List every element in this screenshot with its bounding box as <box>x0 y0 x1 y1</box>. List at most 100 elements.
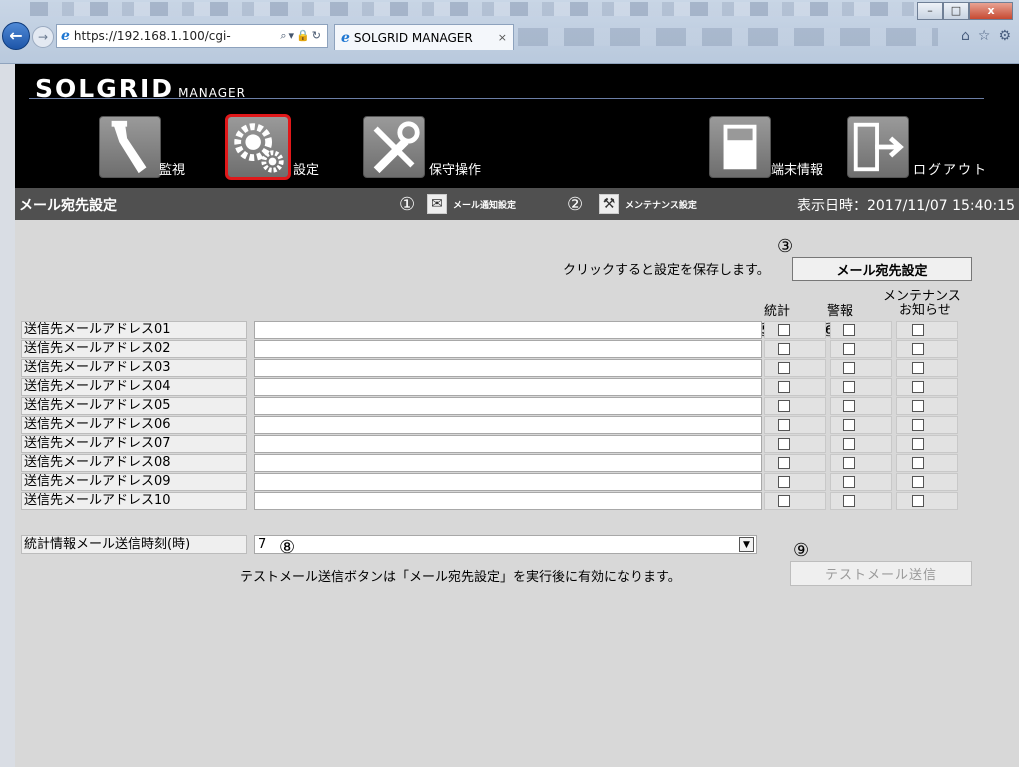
checkbox-cell <box>830 397 892 415</box>
alarm-checkbox[interactable] <box>843 476 855 488</box>
test-mail-note: テストメール送信ボタンは「メール宛先設定」を実行後に有効になります。 <box>240 570 681 585</box>
maintenance-settings-link[interactable]: メンテナンス設定 <box>625 198 697 211</box>
mail-notify-link[interactable]: メール通知設定 <box>453 198 516 211</box>
checkbox-cell <box>764 454 826 472</box>
save-mail-settings-button[interactable]: メール宛先設定 <box>792 257 972 281</box>
stats-checkbox[interactable] <box>778 495 790 507</box>
maintenance-notice-checkbox[interactable] <box>912 419 924 431</box>
checkbox-cell <box>764 397 826 415</box>
recipient-email-input[interactable] <box>254 321 762 339</box>
stats-checkbox[interactable] <box>778 400 790 412</box>
menu-settings[interactable]: 設定 <box>225 114 327 182</box>
browser-toolbar-icons: ⌂ ☆ ⚙ <box>961 28 1011 44</box>
recipient-label: 送信先メールアドレス05 <box>21 397 247 415</box>
tab-title: SOLGRID MANAGER <box>353 30 473 45</box>
checkbox-cell <box>764 378 826 396</box>
stats-checkbox[interactable] <box>778 362 790 374</box>
close-window-button[interactable]: x <box>969 2 1013 20</box>
mail-icon[interactable]: ✉ <box>427 194 447 214</box>
ie-icon: e <box>61 28 70 44</box>
recipient-label: 送信先メールアドレス04 <box>21 378 247 396</box>
window-controls: – □ x <box>917 2 1013 20</box>
menu-terminal-info[interactable]: 端末情報 <box>709 116 829 182</box>
app-header: SOLGRID MANAGER 監視 設定 保守操作 端末情報 ログアウト <box>15 64 1019 188</box>
section-bar: メール宛先設定 ① ✉ メール通知設定 ② ⚒ メンテナンス設定 表示日時：20… <box>15 188 1019 220</box>
address-tools-icon[interactable]: ⌕▾🔒↻ <box>280 29 323 43</box>
toolbar-blurred <box>518 28 938 46</box>
favorites-star-icon[interactable]: ☆ <box>978 28 991 44</box>
maintenance-notice-checkbox[interactable] <box>912 476 924 488</box>
send-test-mail-button[interactable]: テストメール送信 <box>790 561 972 586</box>
maintenance-notice-checkbox[interactable] <box>912 362 924 374</box>
address-bar[interactable]: e https://192.168.1.100/cgi- ⌕▾🔒↻ <box>56 24 328 48</box>
alarm-checkbox[interactable] <box>843 362 855 374</box>
alarm-checkbox[interactable] <box>843 324 855 336</box>
settings-gear-icon[interactable]: ⚙ <box>998 28 1011 44</box>
table-row: 送信先メールアドレス02 <box>21 340 958 359</box>
recipient-label: 送信先メールアドレス03 <box>21 359 247 377</box>
gears-icon <box>225 114 291 180</box>
stats-checkbox[interactable] <box>778 457 790 469</box>
alarm-checkbox[interactable] <box>843 495 855 507</box>
checkbox-cell <box>830 492 892 510</box>
recipient-email-input[interactable] <box>254 435 762 453</box>
menu-monitor-label: 監視 <box>159 163 186 178</box>
tab-close-icon[interactable]: × <box>498 31 507 44</box>
recipient-email-input[interactable] <box>254 416 762 434</box>
recipient-email-input[interactable] <box>254 359 762 377</box>
menu-logout[interactable]: ログアウト <box>847 116 997 182</box>
logout-door-icon <box>847 116 909 178</box>
maximize-button[interactable]: □ <box>943 2 969 20</box>
stats-hour-value: 7 <box>258 537 267 552</box>
maintenance-notice-checkbox[interactable] <box>912 438 924 450</box>
alarm-checkbox[interactable] <box>843 400 855 412</box>
alarm-checkbox[interactable] <box>843 343 855 355</box>
home-icon[interactable]: ⌂ <box>961 28 970 44</box>
stats-checkbox[interactable] <box>778 419 790 431</box>
recipient-email-input[interactable] <box>254 378 762 396</box>
browser-tab[interactable]: e SOLGRID MANAGER × <box>334 24 514 50</box>
stats-checkbox[interactable] <box>778 343 790 355</box>
menu-monitor[interactable]: 監視 <box>99 116 209 182</box>
maintenance-notice-checkbox[interactable] <box>912 495 924 507</box>
stats-checkbox[interactable] <box>778 476 790 488</box>
checkbox-cell <box>830 454 892 472</box>
maintenance-icon[interactable]: ⚒ <box>599 194 619 214</box>
save-note: クリックすると設定を保存します。 <box>563 263 770 278</box>
recipient-email-input[interactable] <box>254 492 762 510</box>
recipient-email-input[interactable] <box>254 454 762 472</box>
stats-hour-select[interactable]: 7 ▼ <box>254 535 757 554</box>
display-datetime: 表示日時：2017/11/07 15:40:15 <box>796 198 1015 214</box>
recipient-email-input[interactable] <box>254 473 762 491</box>
alarm-checkbox[interactable] <box>843 419 855 431</box>
maintenance-notice-checkbox[interactable] <box>912 400 924 412</box>
recipient-label: 送信先メールアドレス09 <box>21 473 247 491</box>
menu-maintenance[interactable]: 保守操作 <box>363 116 493 182</box>
checkbox-cell <box>830 359 892 377</box>
checkbox-cell <box>896 473 958 491</box>
minimize-button[interactable]: – <box>917 2 943 20</box>
recipient-email-input[interactable] <box>254 340 762 358</box>
back-button[interactable]: ← <box>2 22 30 50</box>
marker-2: ② <box>567 194 584 215</box>
stats-checkbox[interactable] <box>778 324 790 336</box>
page-title: メール宛先設定 <box>19 198 117 214</box>
col-header-maint-line1: メンテナンス <box>883 289 961 304</box>
maintenance-notice-checkbox[interactable] <box>912 343 924 355</box>
stats-checkbox[interactable] <box>778 438 790 450</box>
url-text[interactable]: https://192.168.1.100/cgi- <box>74 29 276 43</box>
forward-button[interactable]: → <box>32 26 54 48</box>
maintenance-notice-checkbox[interactable] <box>912 457 924 469</box>
alarm-checkbox[interactable] <box>843 381 855 393</box>
checkbox-cell <box>896 454 958 472</box>
maintenance-notice-checkbox[interactable] <box>912 381 924 393</box>
chevron-down-icon[interactable]: ▼ <box>739 537 754 552</box>
checkbox-cell <box>896 416 958 434</box>
checkbox-cell <box>764 340 826 358</box>
stats-checkbox[interactable] <box>778 381 790 393</box>
alarm-checkbox[interactable] <box>843 457 855 469</box>
alarm-checkbox[interactable] <box>843 438 855 450</box>
table-row: 送信先メールアドレス10 <box>21 492 958 511</box>
recipient-email-input[interactable] <box>254 397 762 415</box>
maintenance-notice-checkbox[interactable] <box>912 324 924 336</box>
